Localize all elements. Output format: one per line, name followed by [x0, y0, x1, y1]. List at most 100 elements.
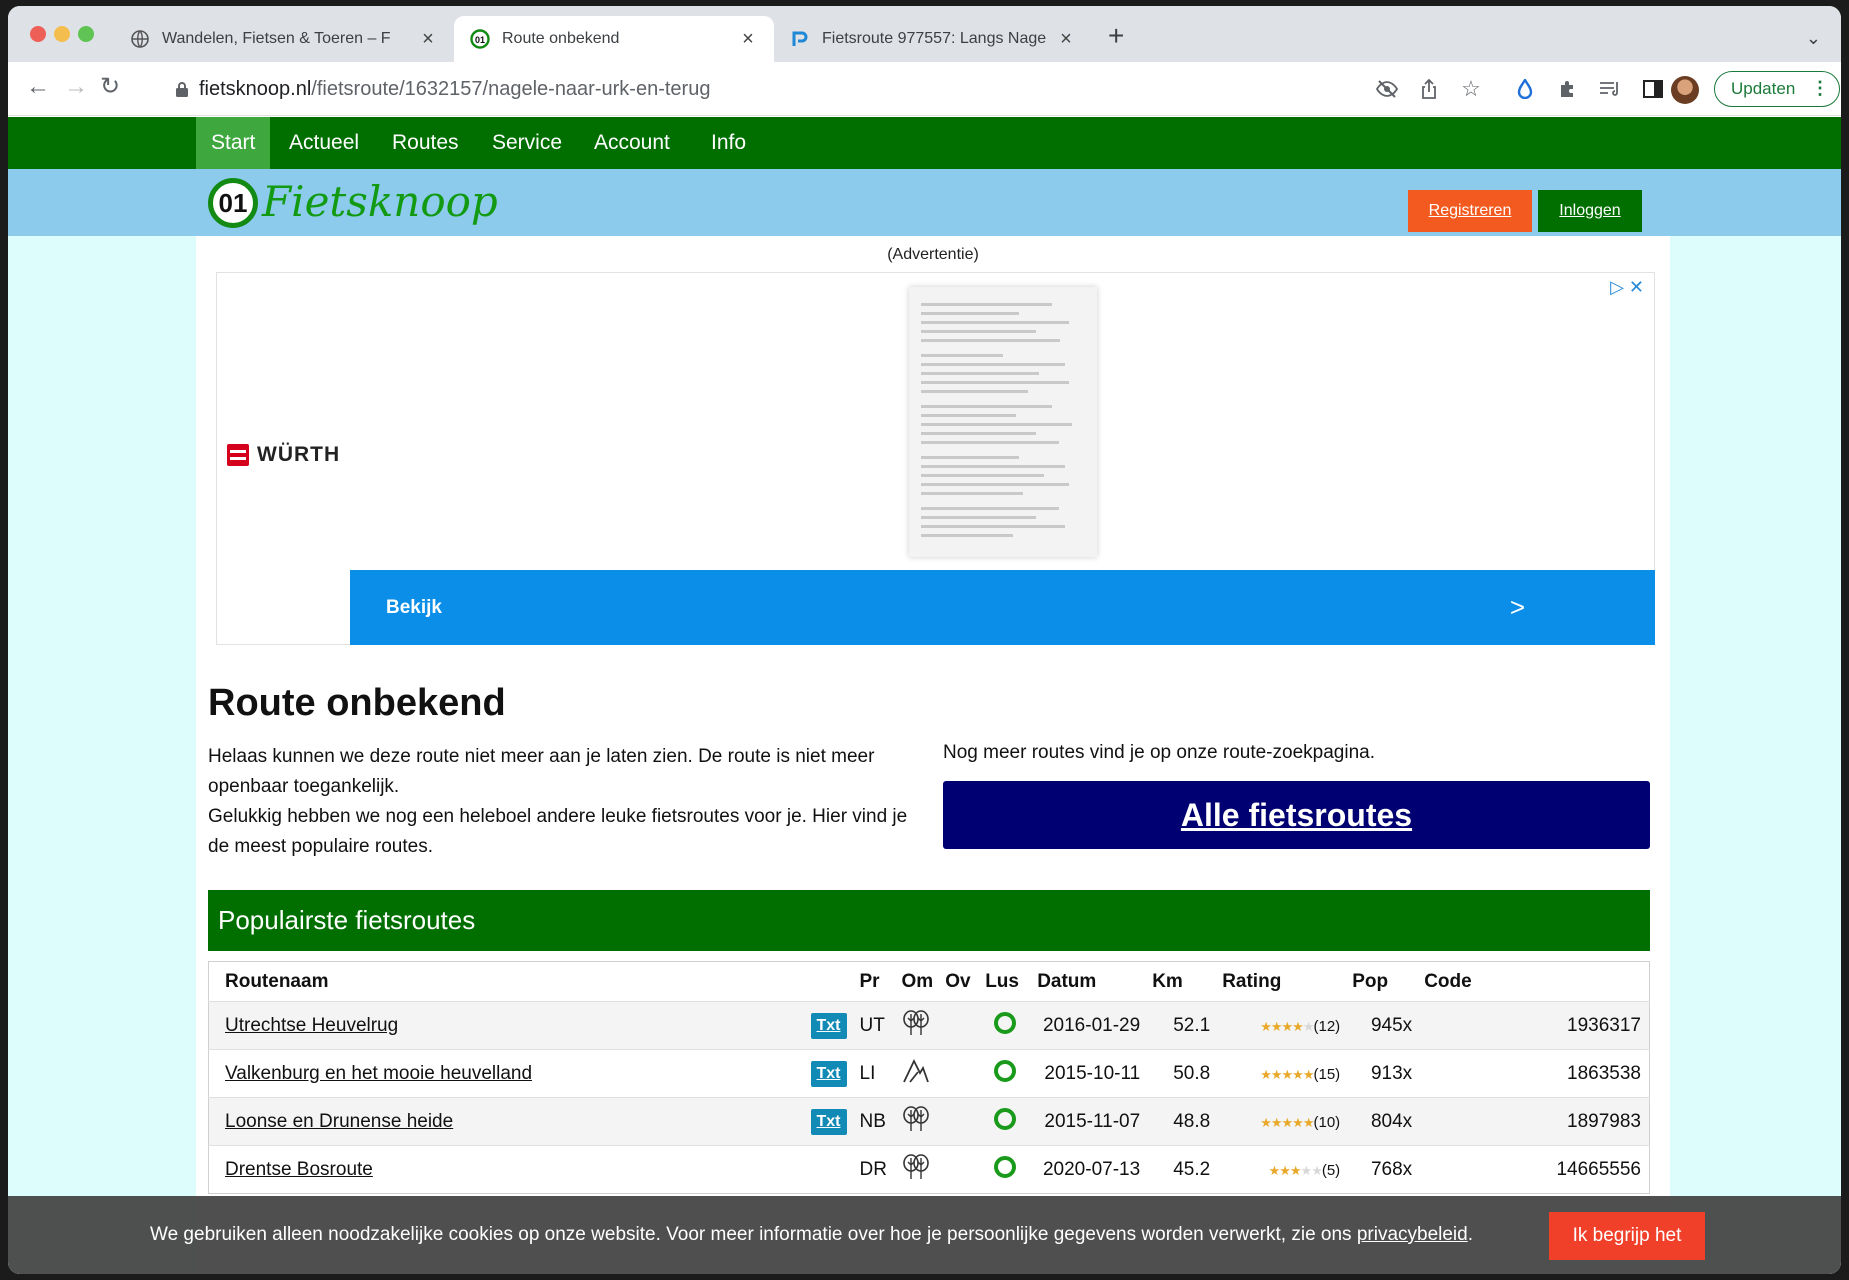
- tab-wandelen[interactable]: Wandelen, Fietsen & Toeren – F ×: [114, 16, 454, 62]
- date-cell: 2015-10-11: [1031, 1049, 1147, 1098]
- forest-icon: [895, 1097, 940, 1146]
- advertiser-name: WÜRTH: [257, 443, 341, 466]
- ad-label: (Advertentie): [887, 246, 979, 263]
- browser-toolbar: ← → ↻ fietsknoop.nl/fietsroute/1632157/n…: [8, 62, 1841, 116]
- nav-item-routes[interactable]: Routes: [377, 117, 474, 169]
- nav-item-start[interactable]: Start: [196, 117, 271, 169]
- forward-icon[interactable]: →: [64, 75, 88, 99]
- table-row: Utrechtse Heuvelrug Txt UT 2016-01-29 52.1 ★★…: [208, 1001, 1650, 1050]
- date-cell: 2020-07-13: [1031, 1145, 1147, 1194]
- register-button[interactable]: Registreren: [1408, 190, 1532, 232]
- ov-cell: [939, 1049, 980, 1098]
- close-tab-icon[interactable]: ×: [418, 28, 438, 51]
- side-panel-icon[interactable]: [1641, 77, 1665, 101]
- privacy-link[interactable]: privacybeleid: [1357, 1224, 1468, 1245]
- province-cell: NB: [853, 1097, 896, 1146]
- loop-icon: [994, 1155, 1017, 1178]
- ov-cell: [939, 1145, 980, 1194]
- address-bar[interactable]: fietsknoop.nl/fietsroute/1632157/nagele-…: [153, 71, 1353, 107]
- chevron-down-icon[interactable]: ⌄: [1806, 28, 1821, 49]
- close-tab-icon[interactable]: ×: [738, 28, 758, 51]
- table-row: Valkenburg en het mooie heuvelland Txt LI 2…: [208, 1049, 1650, 1098]
- advertisement[interactable]: WÜRTH ▷ ✕ Bekijk >: [216, 272, 1655, 645]
- extension-drop-icon[interactable]: [1513, 77, 1537, 101]
- fietsknoop-icon: 01: [470, 29, 490, 49]
- pop-cell: 945x: [1346, 1001, 1419, 1050]
- txt-button[interactable]: Txt: [810, 1060, 847, 1087]
- col-rating[interactable]: Rating: [1216, 961, 1347, 1002]
- nav-item-info[interactable]: Info: [696, 117, 761, 169]
- col-code[interactable]: Code: [1418, 961, 1650, 1002]
- url-path: /fietsroute/1632157/nagele-naar-urk-en-t…: [311, 77, 711, 100]
- share-icon[interactable]: [1417, 77, 1441, 101]
- more-menu-icon[interactable]: ⋮: [1811, 78, 1829, 99]
- routes-table: Routenaam Pr Om Ov Lus Datum Km Rating P…: [208, 961, 1650, 1194]
- ad-cta-button[interactable]: Bekijk >: [350, 570, 1655, 645]
- forest-icon: [895, 1145, 940, 1194]
- cookie-accept-button[interactable]: Ik begrijp het: [1549, 1212, 1705, 1260]
- col-lus[interactable]: Lus: [979, 961, 1032, 1002]
- intro-text: Helaas kunnen we deze route niet meer aa…: [208, 742, 918, 862]
- extensions-puzzle-icon[interactable]: [1556, 77, 1580, 101]
- code-cell: 1897983: [1418, 1097, 1650, 1146]
- advertiser-logo[interactable]: WÜRTH: [227, 443, 340, 467]
- loop-icon: [994, 1107, 1017, 1130]
- col-datum[interactable]: Datum: [1031, 961, 1147, 1002]
- tab-strip: Wandelen, Fietsen & Toeren – F × 01 Rout…: [8, 6, 1841, 62]
- reading-list-icon[interactable]: [1598, 77, 1622, 101]
- close-window-button[interactable]: [30, 26, 46, 42]
- col-txt: [803, 961, 854, 1002]
- popular-routes-header: Populairste fietsroutes: [208, 890, 1650, 951]
- minimize-window-button[interactable]: [54, 26, 70, 42]
- tab-title: Fietsroute 977557: Langs Nage: [822, 30, 1047, 47]
- col-km[interactable]: Km: [1146, 961, 1217, 1002]
- ad-close-icon[interactable]: ✕: [1629, 277, 1644, 297]
- search-page-text: Nog meer routes vind je op onze route-zo…: [943, 742, 1375, 763]
- url-domain: fietsknoop.nl: [199, 77, 312, 100]
- col-pop[interactable]: Pop: [1346, 961, 1419, 1002]
- code-cell: 14665556: [1418, 1145, 1650, 1194]
- date-cell: 2016-01-29: [1031, 1001, 1147, 1050]
- ad-choices-icon[interactable]: ▷ ✕: [1610, 277, 1644, 298]
- login-button[interactable]: Inloggen: [1538, 190, 1642, 232]
- ad-document-image[interactable]: [909, 287, 1097, 557]
- col-ov[interactable]: Ov: [939, 961, 980, 1002]
- route-name-link[interactable]: Utrechtse Heuvelrug: [208, 1001, 804, 1050]
- route-name-link[interactable]: Valkenburg en het mooie heuvelland: [208, 1049, 804, 1098]
- chevron-right-icon: >: [1509, 592, 1525, 622]
- logo-badge[interactable]: 01: [208, 178, 258, 228]
- rating-stars: ★★★★★: [1260, 1018, 1314, 1034]
- nav-item-actueel[interactable]: Actueel: [274, 117, 374, 169]
- all-routes-button[interactable]: Alle fietsroutes: [943, 781, 1650, 849]
- logo-number: 01: [218, 187, 248, 218]
- rating-count: (15): [1313, 1065, 1341, 1083]
- site-nav: Start Actueel Routes Service Account Inf…: [8, 117, 1841, 169]
- col-om[interactable]: Om: [895, 961, 940, 1002]
- txt-button[interactable]: Txt: [810, 1108, 847, 1135]
- maximize-window-button[interactable]: [78, 26, 94, 42]
- close-tab-icon[interactable]: ×: [1056, 28, 1076, 51]
- update-browser-button[interactable]: Updaten ⋮: [1714, 71, 1840, 107]
- tab-fietsroute[interactable]: Fietsroute 977557: Langs Nage ×: [774, 16, 1092, 62]
- back-icon[interactable]: ←: [26, 75, 50, 99]
- profile-avatar[interactable]: [1671, 76, 1699, 104]
- bookmark-star-icon[interactable]: ☆: [1459, 76, 1483, 101]
- nav-item-service[interactable]: Service: [477, 117, 577, 169]
- route-name-link[interactable]: Loonse en Drunense heide: [208, 1097, 804, 1146]
- tab-route-onbekend[interactable]: 01 Route onbekend ×: [454, 16, 774, 62]
- route-name-link[interactable]: Drentse Bosroute: [208, 1145, 804, 1194]
- txt-button[interactable]: Txt: [810, 1012, 847, 1039]
- logo-text[interactable]: Fietsknoop: [262, 177, 498, 226]
- globe-icon: [130, 29, 150, 49]
- km-cell: 45.2: [1146, 1145, 1217, 1194]
- eye-off-icon[interactable]: [1375, 77, 1399, 101]
- table-row: Drentse Bosroute DR 2020-07-13 45.2 ★★★★★(5)…: [208, 1145, 1650, 1194]
- wurth-logo-icon: [227, 444, 249, 466]
- col-routenaam[interactable]: Routenaam: [208, 961, 804, 1002]
- pop-cell: 804x: [1346, 1097, 1419, 1146]
- province-cell: DR: [853, 1145, 896, 1194]
- nav-item-account[interactable]: Account: [579, 117, 685, 169]
- reload-icon[interactable]: ↻: [100, 75, 120, 99]
- new-tab-icon[interactable]: +: [1108, 22, 1124, 50]
- col-pr[interactable]: Pr: [853, 961, 896, 1002]
